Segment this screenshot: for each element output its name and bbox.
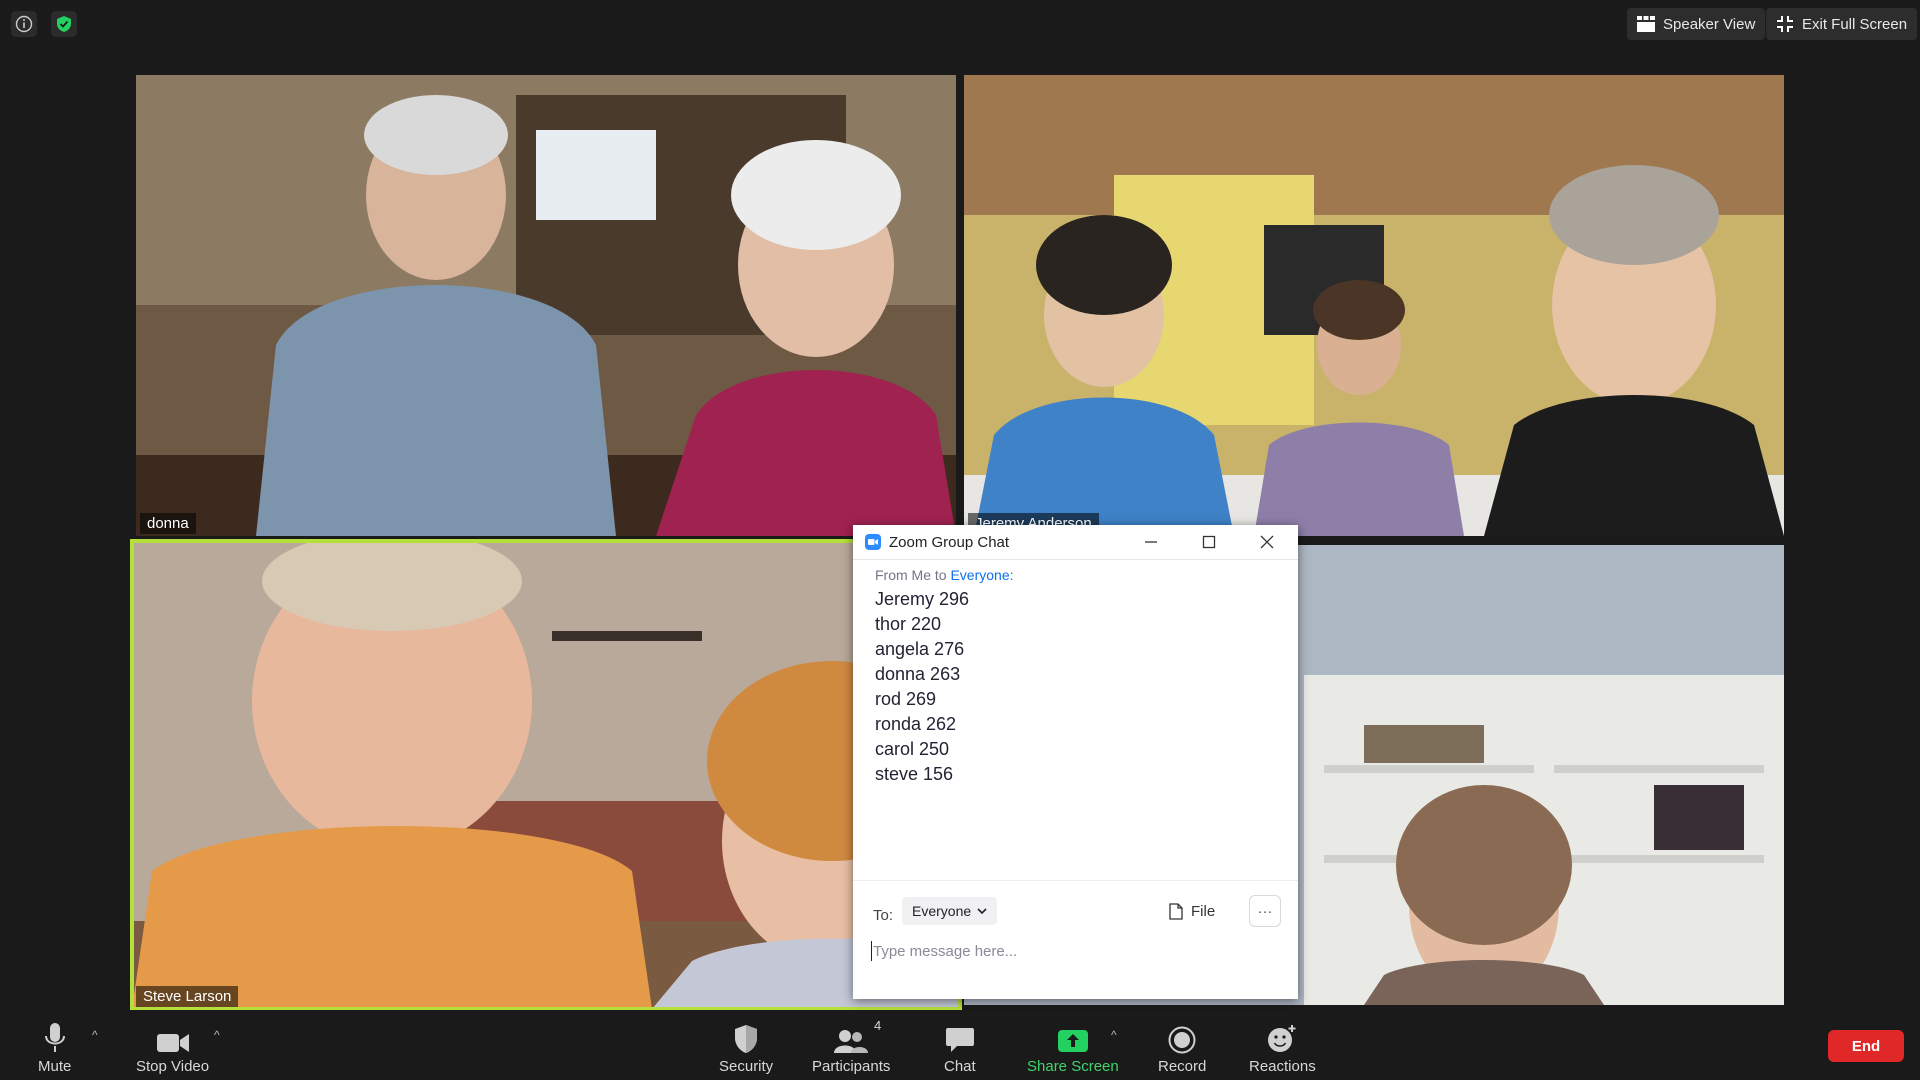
chat-message: ronda 262: [875, 714, 957, 734]
share-options-caret[interactable]: ^: [1111, 1028, 1117, 1042]
video-camera-icon: [156, 1034, 189, 1052]
stop-video-label: Stop Video: [136, 1058, 210, 1075]
chat-message: Jeremy 296: [875, 589, 970, 609]
minimize-button[interactable]: [1122, 525, 1180, 559]
chat-button[interactable]: Chat: [944, 1020, 976, 1075]
video-tile-jeremy-anderson[interactable]: Jeremy Anderson: [964, 75, 1784, 536]
chat-message: donna 263: [875, 664, 961, 684]
to-label: To:: [873, 907, 894, 924]
recipient-dropdown[interactable]: Everyone: [902, 897, 998, 925]
chat-title: Zoom Group Chat: [889, 533, 1010, 551]
speaker-view-icon: [1637, 16, 1655, 32]
participants-count: 4: [873, 1018, 882, 1033]
message-input[interactable]: [873, 937, 1273, 965]
maximize-button[interactable]: [1180, 525, 1238, 559]
text-cursor: [871, 941, 872, 961]
encryption-shield-icon[interactable]: [51, 11, 77, 37]
share-screen-button[interactable]: Share Screen: [1027, 1020, 1119, 1075]
reactions-smiley-icon: [1268, 1025, 1296, 1052]
record-button[interactable]: Record: [1158, 1020, 1206, 1075]
video-feed-steve-larson: [132, 541, 960, 1009]
message-header: From Me to Everyone:: [875, 567, 1014, 583]
video-tile-donna[interactable]: donna: [136, 75, 956, 536]
share-screen-label: Share Screen: [1027, 1058, 1119, 1075]
chat-message: carol 250: [875, 739, 950, 759]
participant-name: donna: [140, 513, 196, 534]
maximize-icon: [1202, 535, 1216, 549]
security-button[interactable]: Security: [719, 1020, 773, 1075]
chat-label: Chat: [944, 1058, 976, 1075]
speaker-view-label: Speaker View: [1663, 15, 1756, 33]
video-feed-donna: [136, 75, 956, 536]
message-recipient[interactable]: Everyone:: [950, 567, 1013, 583]
chat-message: steve 156: [875, 764, 954, 784]
more-options-button[interactable]: ···: [1249, 895, 1281, 927]
end-meeting-button[interactable]: End: [1828, 1030, 1904, 1062]
file-label: File: [1191, 902, 1216, 920]
chat-message: rod 269: [875, 689, 937, 709]
stop-video-button[interactable]: Stop Video: [136, 1020, 209, 1075]
recipient-selected: Everyone: [912, 903, 972, 919]
message-from: From Me to: [875, 567, 947, 583]
minimize-icon: [1145, 541, 1157, 543]
speaker-view-button[interactable]: Speaker View: [1627, 8, 1766, 40]
participants-button[interactable]: 4 Participants: [812, 1018, 891, 1075]
security-label: Security: [719, 1058, 774, 1075]
chat-bubble-icon: [945, 1028, 974, 1052]
message-list: Jeremy 296 thor 220 angela 276 donna 263…: [875, 587, 969, 787]
group-chat-window[interactable]: Zoom Group Chat From Me to Everyone: Jer…: [853, 525, 1298, 999]
chat-message: angela 276: [875, 639, 965, 659]
video-tile-steve-larson[interactable]: Steve Larson: [130, 539, 962, 1011]
meeting-toolbar: Mute ^ Stop Video ^ Security 4 Participa…: [0, 1010, 1920, 1080]
reactions-button[interactable]: Reactions: [1249, 1020, 1316, 1075]
chevron-down-icon: [977, 907, 987, 914]
chat-message: thor 220: [875, 614, 942, 634]
reactions-label: Reactions: [1249, 1058, 1316, 1075]
participant-name: Steve Larson: [136, 986, 239, 1007]
mute-button[interactable]: Mute: [38, 1020, 71, 1075]
zoom-logo-icon: [865, 534, 881, 550]
participants-icon: [834, 1030, 869, 1053]
record-label: Record: [1158, 1058, 1207, 1075]
close-icon: [1260, 535, 1274, 549]
exit-full-screen-icon: [1777, 16, 1793, 32]
audio-options-caret[interactable]: ^: [92, 1028, 98, 1042]
video-options-caret[interactable]: ^: [214, 1028, 220, 1042]
exit-full-screen-label: Exit Full Screen: [1802, 15, 1908, 33]
record-icon: [1168, 1026, 1196, 1054]
shield-icon: [735, 1025, 758, 1053]
meeting-info-icon[interactable]: [11, 11, 37, 37]
exit-full-screen-button[interactable]: Exit Full Screen: [1766, 8, 1918, 40]
mute-label: Mute: [38, 1058, 72, 1075]
chat-composer: To: Everyone File ···: [853, 880, 1298, 965]
share-screen-icon: [1057, 1030, 1088, 1052]
microphone-icon: [44, 1023, 65, 1052]
participants-label: Participants: [812, 1058, 891, 1075]
file-button[interactable]: File: [1169, 897, 1215, 925]
close-button[interactable]: [1238, 525, 1296, 559]
file-icon: [1169, 902, 1183, 920]
video-feed-jeremy-anderson: [964, 75, 1784, 536]
